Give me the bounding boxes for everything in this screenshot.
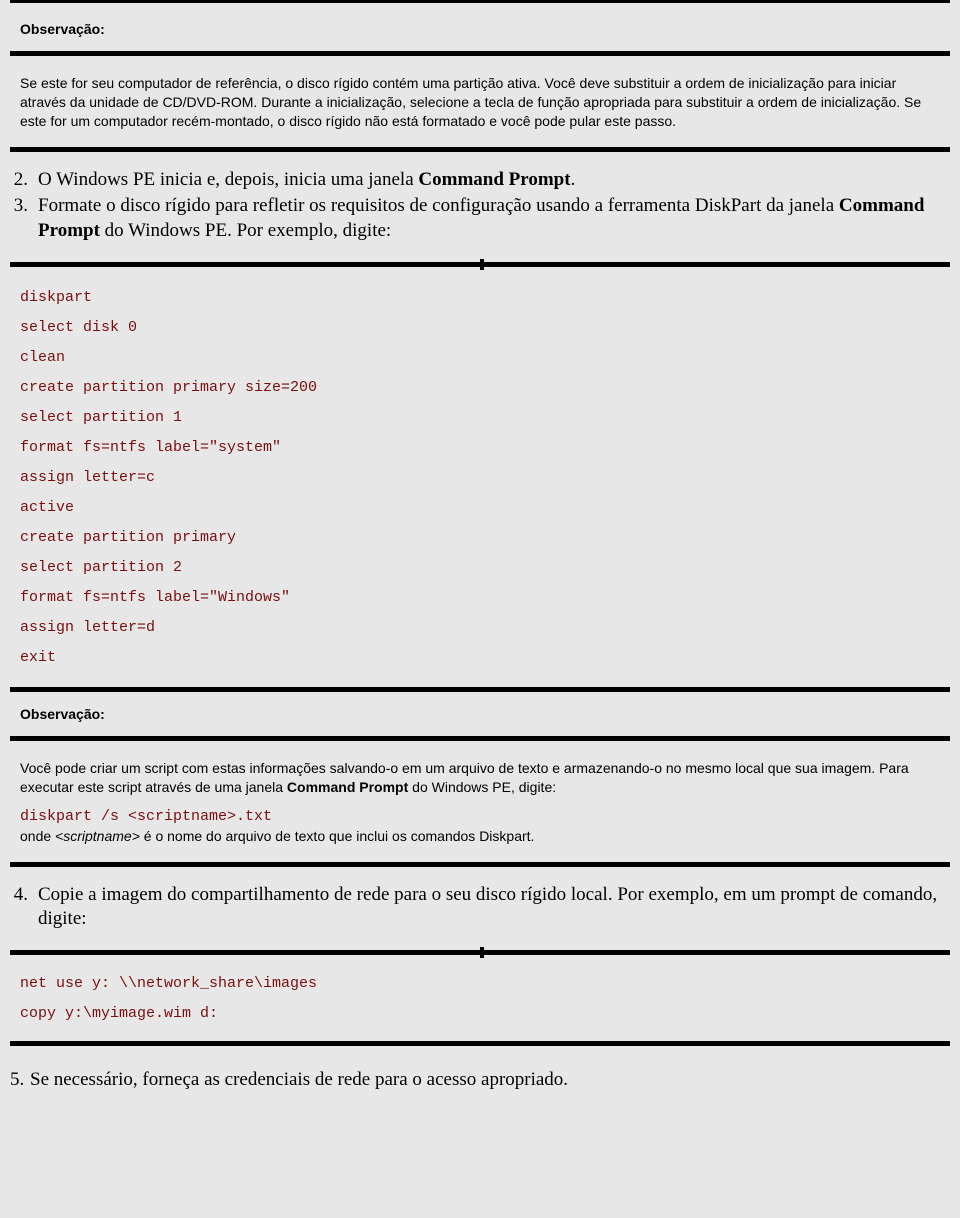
observation-2-header: Observação:: [10, 692, 950, 741]
observation-1-header: Observação:: [10, 7, 950, 56]
step-4-text: Copie a imagem do compartilhamento de re…: [38, 883, 950, 932]
step-4-number: 4.: [10, 883, 38, 932]
step-2-post: .: [571, 169, 576, 190]
code-line: create partition primary size=200: [20, 373, 940, 403]
step-3: 3. Formate o disco rígido para refletir …: [10, 194, 950, 243]
code-line: copy y:\myimage.wim d:: [20, 999, 940, 1029]
observation-1-body: Se este for seu computador de referência…: [10, 56, 950, 152]
code-line: format fs=ntfs label="system": [20, 433, 940, 463]
step-3-post: do Windows PE. Por exemplo, digite:: [100, 220, 391, 241]
step-4-block: 4. Copie a imagem do compartilhamento de…: [0, 867, 960, 944]
step-3-text: Formate o disco rígido para refletir os …: [38, 194, 950, 243]
code-line: assign letter=d: [20, 613, 940, 643]
code-block-2: net use y: \\network_share\imagescopy y:…: [10, 950, 950, 1046]
step-2-pre: O Windows PE inicia e, depois, inicia um…: [38, 169, 418, 190]
obs2-p2-pre: onde: [20, 828, 55, 844]
code-line: assign letter=c: [20, 463, 940, 493]
code-line: select partition 1: [20, 403, 940, 433]
code-line: select partition 2: [20, 553, 940, 583]
observation-2-body: Você pode criar um script com estas info…: [10, 741, 950, 867]
top-divider: [10, 0, 950, 3]
code-line: clean: [20, 343, 940, 373]
step-5-text: Se necessário, forneça as credenciais de…: [30, 1068, 950, 1093]
step-5-number: 5.: [10, 1068, 30, 1093]
code-block-1-topbar: [10, 262, 950, 267]
obs2-p1-bold: Command Prompt: [287, 779, 408, 795]
step-2-bold: Command Prompt: [418, 169, 570, 190]
code-block-1-wrap: diskpartselect disk 0cleancreate partiti…: [10, 262, 950, 692]
obs2-p1-post: do Windows PE, digite:: [408, 779, 556, 795]
code-line: exit: [20, 643, 940, 673]
code-line: select disk 0: [20, 313, 940, 343]
step-2-number: 2.: [10, 168, 38, 193]
observation-2-p2: onde <scriptname> é o nome do arquivo de…: [20, 827, 940, 846]
code-line: create partition primary: [20, 523, 940, 553]
code-line: net use y: \\network_share\images: [20, 969, 940, 999]
code-line: diskpart: [20, 283, 940, 313]
code-line: format fs=ntfs label="Windows": [20, 583, 940, 613]
observation-2-p1: Você pode criar um script com estas info…: [20, 759, 940, 797]
steps-2-3: 2. O Windows PE inicia e, depois, inicia…: [0, 152, 960, 256]
step-4: 4. Copie a imagem do compartilhamento de…: [10, 883, 950, 932]
obs2-p2-italic: <scriptname>: [55, 828, 140, 844]
step-2: 2. O Windows PE inicia e, depois, inicia…: [10, 168, 950, 193]
code-line: active: [20, 493, 940, 523]
step-5: 5. Se necessário, forneça as credenciais…: [10, 1068, 950, 1093]
step-3-pre: Formate o disco rígido para refletir os …: [38, 195, 839, 216]
step-5-block: 5. Se necessário, forneça as credenciais…: [0, 1046, 960, 1101]
obs2-p2-post: é o nome do arquivo de texto que inclui …: [140, 828, 535, 844]
observation-2-code: diskpart /s <scriptname>.txt: [20, 807, 940, 827]
step-2-text: O Windows PE inicia e, depois, inicia um…: [38, 168, 950, 193]
step-3-number: 3.: [10, 194, 38, 243]
code-block-1: diskpartselect disk 0cleancreate partiti…: [10, 267, 950, 692]
